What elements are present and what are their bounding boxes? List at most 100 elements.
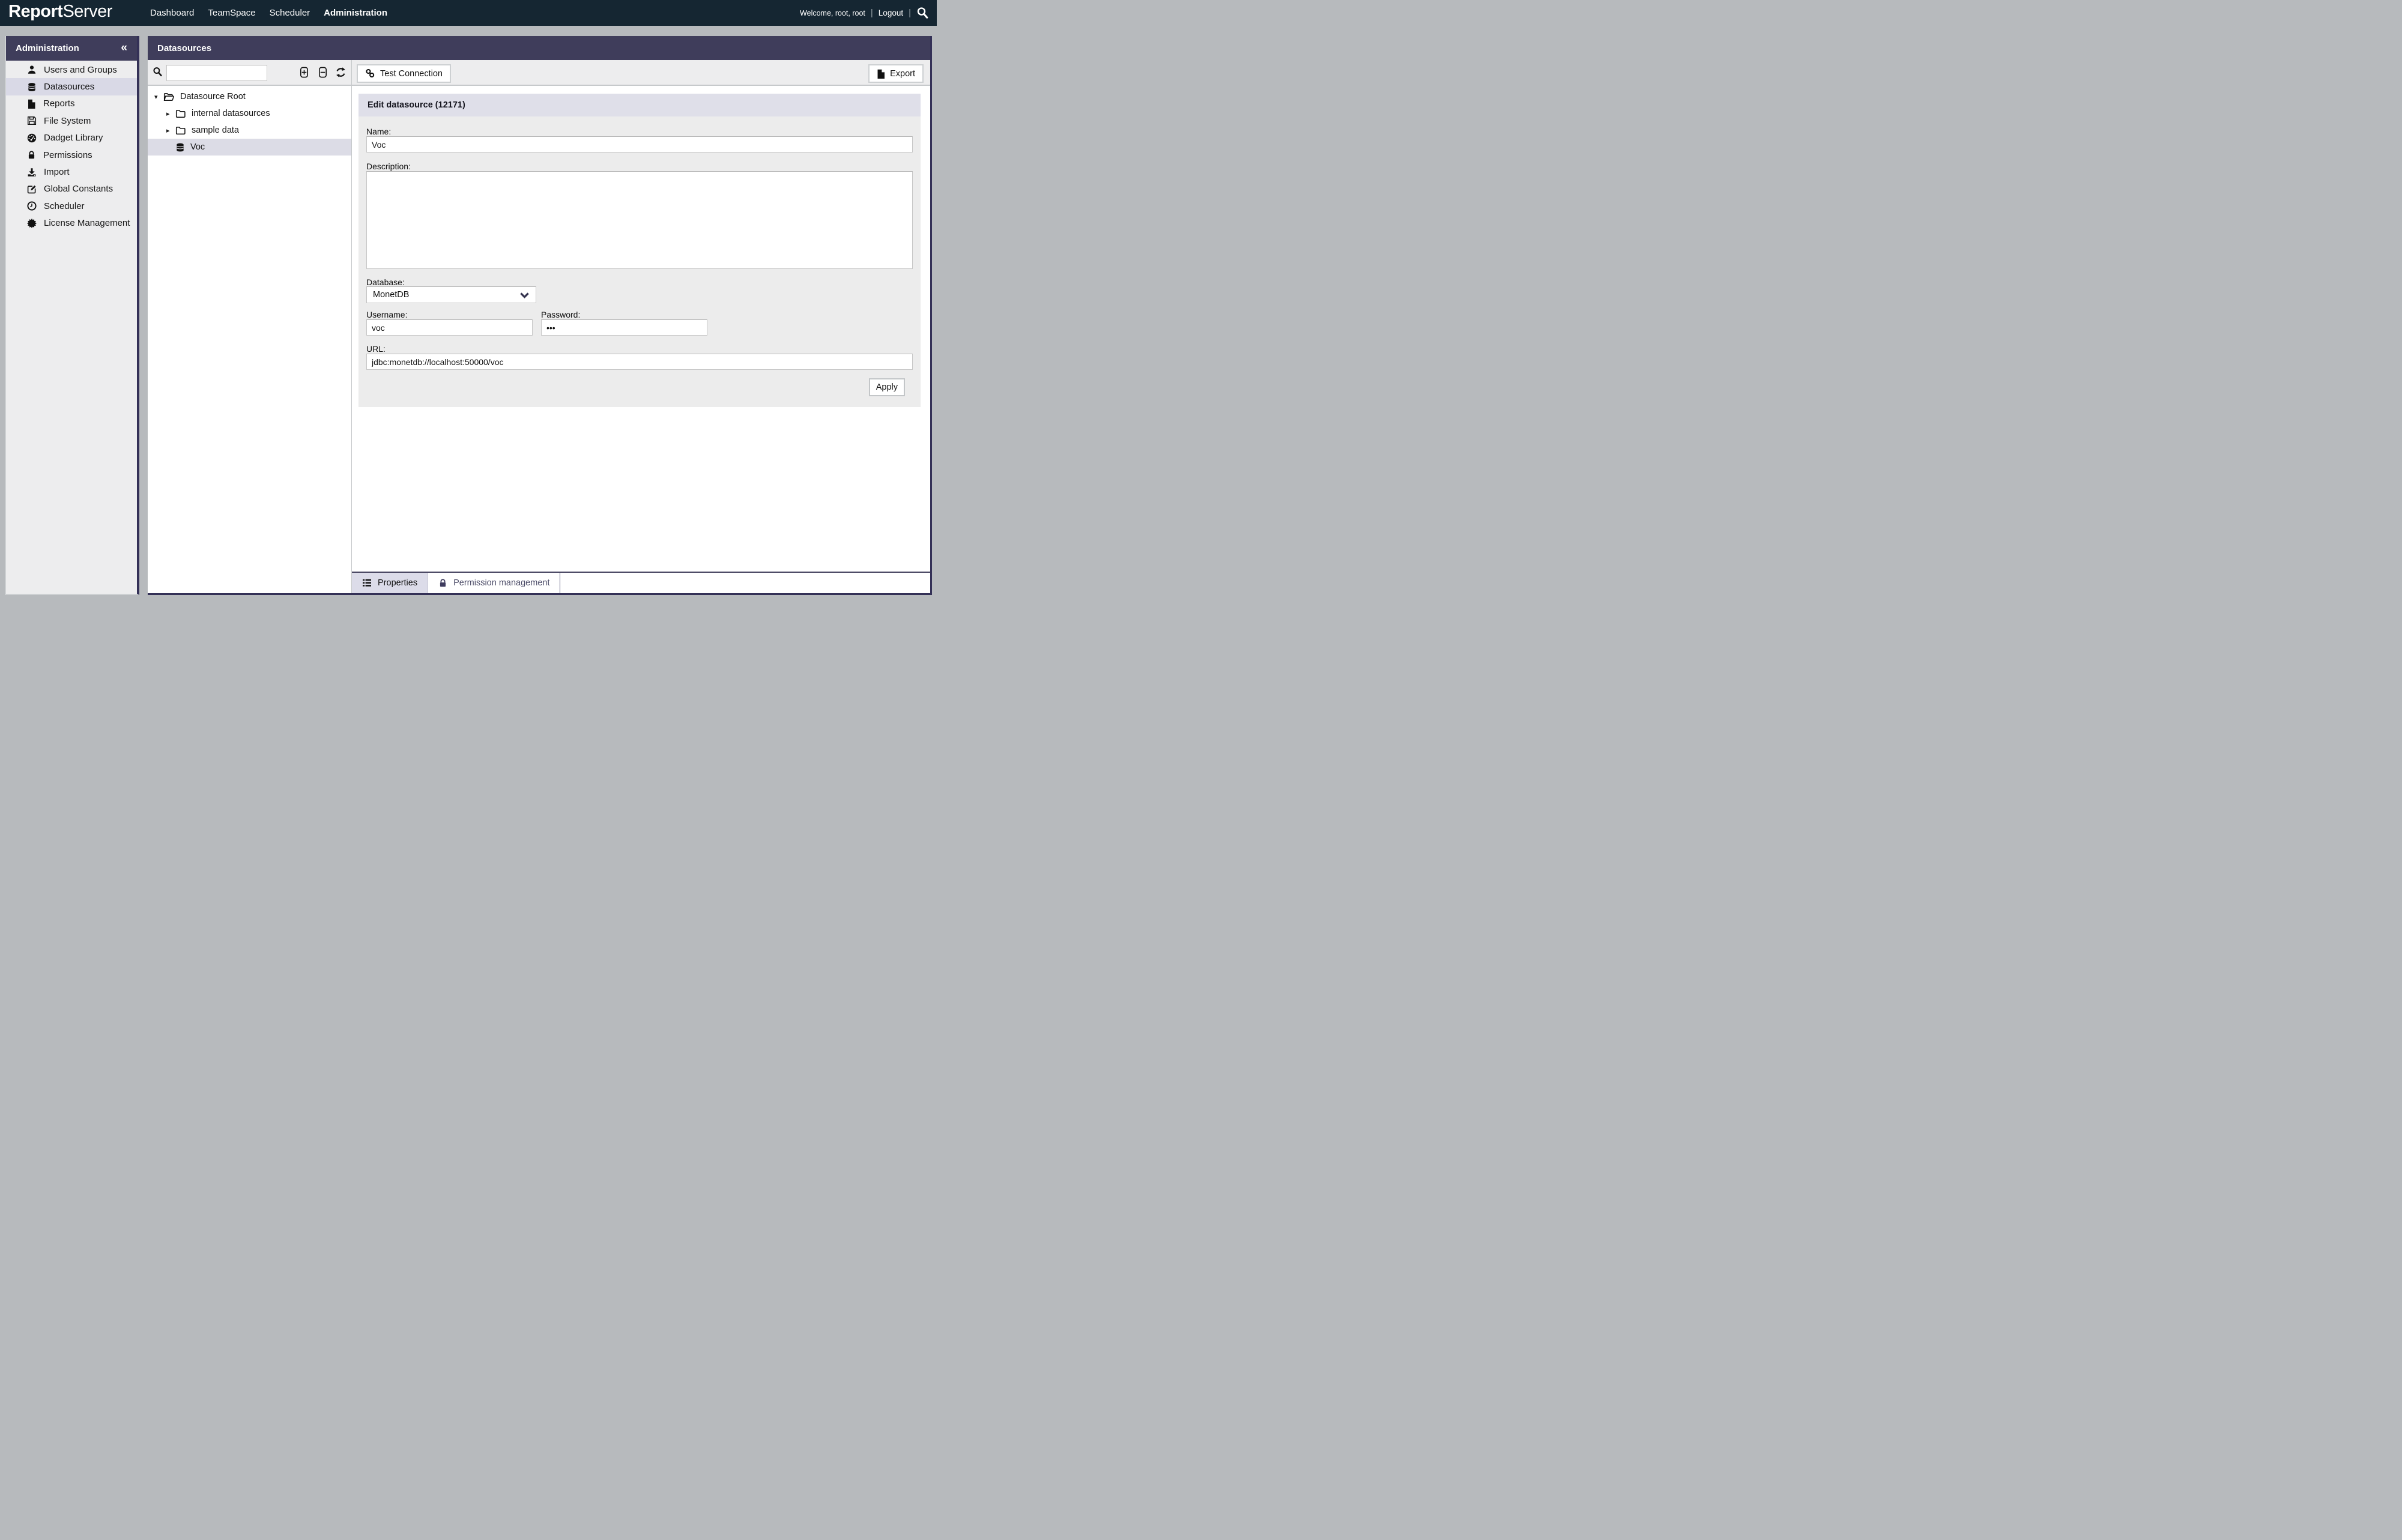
- sidebar-header: Administration «: [6, 36, 137, 61]
- username-field[interactable]: [366, 319, 533, 336]
- sidebar-item-label: Import: [44, 167, 70, 177]
- edit-icon: [27, 184, 37, 194]
- folder-icon: [175, 125, 186, 136]
- sidebar-item-users-and-groups[interactable]: Users and Groups: [6, 61, 137, 78]
- expand-all-button[interactable]: [297, 67, 310, 80]
- database-selected-value: MonetDB: [373, 290, 409, 300]
- name-label: Name:: [366, 127, 391, 136]
- sidebar-item-label: Reports: [43, 98, 75, 109]
- admin-sidebar: Administration « Users and Groups Dataso…: [5, 36, 139, 595]
- test-connection-button[interactable]: Test Connection: [357, 64, 451, 83]
- sidebar-item-global-constants[interactable]: Global Constants: [6, 181, 137, 198]
- tab-label: Properties: [378, 578, 417, 588]
- database-icon: [175, 142, 185, 152]
- tree-node-internal-datasources[interactable]: ▸ internal datasources: [148, 105, 351, 122]
- top-navbar: ReportServer Dashboard TeamSpace Schedul…: [0, 0, 937, 26]
- logo-light: Server: [62, 2, 112, 21]
- folder-open-icon: [163, 92, 175, 102]
- tree-main-divider: [351, 60, 352, 593]
- tree-node-datasource-root[interactable]: ▾ Datasource Root: [148, 88, 351, 105]
- tree-node-label: sample data: [192, 125, 239, 135]
- floppy-icon: [27, 116, 37, 125]
- list-icon: [362, 579, 372, 587]
- export-label: Export: [890, 69, 915, 79]
- tree-node-label: Datasource Root: [180, 92, 246, 101]
- caret-right-icon[interactable]: ▸: [166, 127, 175, 134]
- clock-icon: [27, 201, 37, 211]
- sidebar-item-import[interactable]: Import: [6, 163, 137, 180]
- url-label: URL:: [366, 344, 386, 354]
- app-logo: ReportServer: [8, 2, 112, 22]
- search-icon[interactable]: [916, 7, 929, 19]
- tree-search-input[interactable]: [166, 65, 267, 81]
- nav-item-dashboard[interactable]: Dashboard: [150, 8, 194, 18]
- apply-button[interactable]: Apply: [869, 378, 905, 396]
- logout-link[interactable]: Logout: [879, 8, 903, 17]
- tree-node-label: internal datasources: [192, 109, 270, 118]
- nav-item-administration[interactable]: Administration: [324, 8, 387, 18]
- form-body: Name: Description: Database: MonetDB Use…: [358, 116, 921, 407]
- database-select[interactable]: MonetDB: [366, 286, 536, 303]
- tree-node-voc[interactable]: Voc: [148, 139, 351, 156]
- caret-right-icon[interactable]: ▸: [166, 110, 175, 118]
- lock-icon: [438, 578, 447, 588]
- tab-properties[interactable]: Properties: [352, 573, 428, 593]
- tree-node-label: Voc: [190, 142, 205, 152]
- separator: |: [871, 8, 873, 18]
- tree-node-sample-data[interactable]: ▸ sample data: [148, 122, 351, 139]
- gauge-icon: [27, 133, 37, 143]
- datasources-panel: Datasources ▾ Datasource Root ▸: [148, 36, 932, 595]
- export-file-icon: [877, 69, 885, 79]
- license-burst-icon: [27, 219, 37, 228]
- folder-icon: [175, 109, 186, 119]
- link-icon: [365, 68, 375, 79]
- sidebar-item-label: Dadget Library: [44, 133, 103, 143]
- sidebar-item-label: File System: [44, 116, 91, 126]
- form-title-text: Edit datasource (12171): [368, 100, 465, 110]
- nav-item-scheduler[interactable]: Scheduler: [270, 8, 310, 18]
- logo-bold: Report: [8, 2, 62, 21]
- sidebar-item-dadget-library[interactable]: Dadget Library: [6, 130, 137, 146]
- test-connection-label: Test Connection: [380, 69, 443, 79]
- welcome-text: Welcome, root, root: [800, 9, 865, 17]
- refresh-icon: [335, 67, 346, 78]
- main-nav: Dashboard TeamSpace Scheduler Administra…: [150, 0, 387, 26]
- sidebar-item-label: Scheduler: [44, 201, 85, 211]
- password-label: Password:: [541, 310, 580, 319]
- sidebar-item-permissions[interactable]: Permissions: [6, 146, 137, 163]
- report-file-icon: [27, 99, 36, 109]
- sidebar-collapse-icon[interactable]: «: [121, 41, 127, 55]
- sidebar-item-file-system[interactable]: File System: [6, 112, 137, 129]
- sidebar-item-reports[interactable]: Reports: [6, 95, 137, 112]
- app-window: ReportServer Dashboard TeamSpace Schedul…: [0, 0, 937, 600]
- url-field[interactable]: [366, 354, 913, 370]
- description-field[interactable]: [366, 171, 913, 269]
- tab-label: Permission management: [453, 578, 549, 588]
- sidebar-item-label: Permissions: [43, 150, 92, 160]
- separator: |: [909, 8, 911, 18]
- tree-search-icon: [153, 67, 163, 80]
- sidebar-item-datasources[interactable]: Datasources: [6, 78, 137, 95]
- name-field[interactable]: [366, 136, 913, 152]
- sidebar-item-license-management[interactable]: License Management: [6, 215, 137, 232]
- edit-datasource-form: Edit datasource (12171) Name: Descriptio…: [358, 94, 921, 407]
- refresh-button[interactable]: [334, 67, 347, 80]
- password-field[interactable]: [541, 319, 707, 336]
- panel-title-text: Datasources: [157, 43, 211, 53]
- collapse-all-button[interactable]: [316, 67, 329, 80]
- collapse-all-icon: [317, 67, 328, 78]
- import-icon: [27, 168, 37, 177]
- export-button[interactable]: Export: [868, 64, 924, 83]
- database-label: Database:: [366, 277, 405, 287]
- panel-title: Datasources: [148, 36, 930, 60]
- sidebar-item-scheduler[interactable]: Scheduler: [6, 198, 137, 214]
- sidebar-item-label: Datasources: [44, 82, 94, 92]
- nav-item-teamspace[interactable]: TeamSpace: [208, 8, 255, 18]
- tab-permission-management[interactable]: Permission management: [428, 573, 560, 593]
- database-icon: [27, 82, 37, 92]
- user-icon: [27, 65, 37, 74]
- navbar-right-cluster: Welcome, root, root | Logout |: [800, 0, 929, 26]
- lock-icon: [27, 150, 36, 160]
- caret-down-icon[interactable]: ▾: [154, 93, 163, 101]
- datasource-tree: ▾ Datasource Root ▸ internal datasources…: [148, 87, 351, 593]
